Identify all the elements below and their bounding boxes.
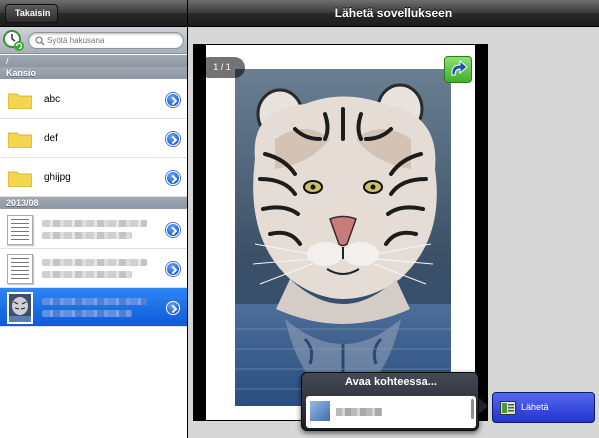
open-in-popover: Avaa kohteessa... (301, 372, 479, 431)
send-app-icon (500, 401, 516, 415)
folder-row-def[interactable]: def (0, 119, 187, 158)
back-button[interactable]: Takaisin (5, 4, 59, 23)
current-path: / (0, 55, 187, 67)
rotate-icon (451, 59, 468, 76)
folder-name: ghijpg (44, 172, 71, 183)
folder-section-header: Kansio (0, 67, 187, 79)
open-in-title: Avaa kohteessa... (345, 376, 437, 388)
send-button[interactable]: Lähetä (492, 392, 595, 423)
folder-icon (8, 93, 32, 109)
app-icon[interactable] (310, 401, 330, 421)
redacted-file-info (42, 232, 132, 239)
chevron-right-circle-icon[interactable] (166, 171, 180, 185)
folder-row-abc[interactable]: abc (0, 80, 187, 119)
file-browser-pane: Takaisin / Kansio abc def (0, 0, 187, 438)
file-row[interactable] (0, 249, 187, 288)
chevron-right-circle-icon[interactable] (166, 301, 180, 315)
page-title: Lähetä sovellukseen (334, 6, 453, 20)
date-section-header: 2013/08 (0, 197, 187, 209)
chevron-right-circle-icon[interactable] (166, 223, 180, 237)
file-row-selected[interactable] (0, 288, 187, 327)
folder-icon (8, 132, 32, 148)
document-preview[interactable] (193, 44, 488, 421)
search-bar (0, 27, 187, 54)
chevron-right-circle-icon[interactable] (166, 262, 180, 276)
folder-name: abc (44, 94, 61, 105)
chevron-right-circle-icon[interactable] (166, 93, 180, 107)
chevron-right-circle-icon[interactable] (166, 132, 180, 146)
send-button-label: Lähetä (521, 402, 549, 412)
search-field[interactable] (28, 32, 184, 49)
folder-row-ghijpg[interactable]: ghijpg (0, 158, 187, 197)
folder-icon (8, 171, 32, 187)
magnifier-icon (35, 36, 45, 46)
tiger-photo (235, 69, 451, 406)
document-thumbnail (7, 254, 33, 284)
folder-name: def (44, 133, 58, 144)
scroll-indicator (471, 399, 474, 419)
redacted-file-info (42, 271, 132, 278)
tiger-image-thumbnail (7, 292, 33, 324)
redacted-file-name (42, 298, 147, 305)
redacted-file-name (42, 259, 147, 266)
popover-arrow (479, 398, 488, 414)
redacted-app-name (336, 408, 382, 416)
open-in-app-list[interactable] (306, 396, 476, 428)
search-input[interactable] (47, 34, 179, 47)
document-thumbnail (7, 215, 33, 245)
right-navigation-bar: Lähetä sovellukseen (188, 0, 599, 27)
redacted-file-info (42, 310, 132, 317)
redacted-file-name (42, 220, 147, 227)
file-row[interactable] (0, 210, 187, 249)
left-navigation-bar: Takaisin (0, 0, 187, 27)
page-counter: 1 / 1 (199, 57, 245, 78)
clock-refresh-icon[interactable] (2, 29, 25, 52)
preview-pane: Lähetä sovellukseen 1 / 1 Avaa kohteessa… (188, 0, 599, 438)
rotate-button[interactable] (444, 56, 472, 83)
